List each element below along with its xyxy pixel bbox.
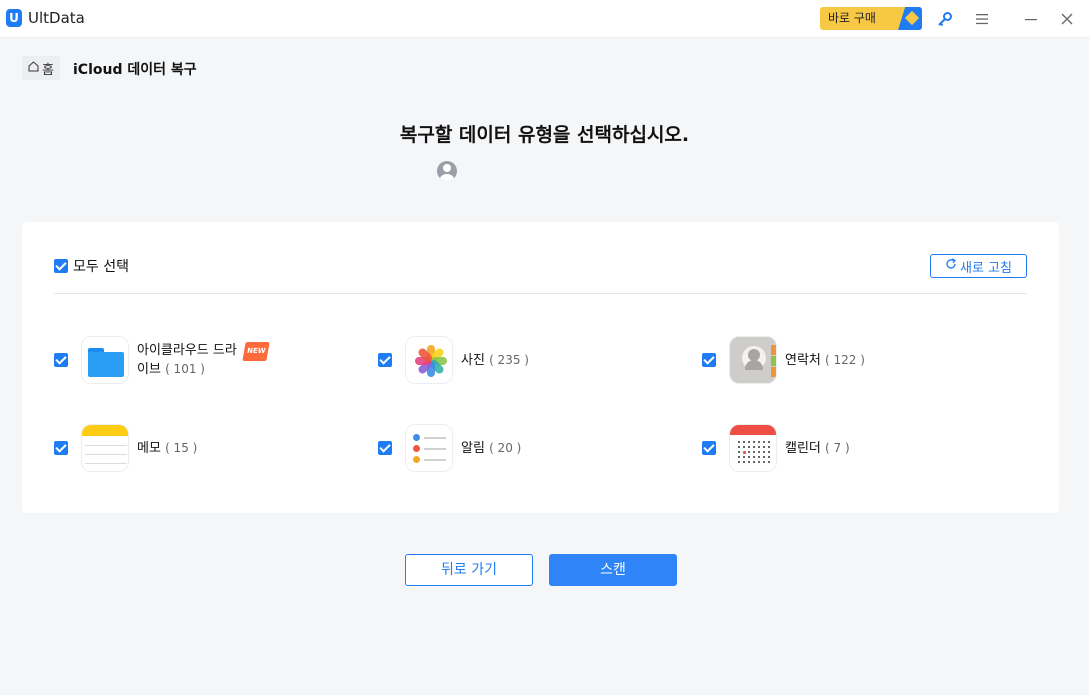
section-heading: 복구할 데이터 유형을 선택하십시오.: [399, 124, 690, 146]
checkbox-checked-icon[interactable]: [54, 353, 68, 367]
calendar-day-dot: [743, 456, 745, 458]
item-label: 연락처: [785, 352, 821, 368]
back-button[interactable]: 뒤로 가기: [405, 554, 533, 586]
item-count: ( 235 ): [489, 352, 529, 367]
refresh-icon: [945, 258, 957, 274]
menu-icon[interactable]: [971, 8, 993, 30]
item-count: ( 122 ): [825, 352, 865, 367]
checkbox-checked-icon[interactable]: [378, 441, 392, 455]
diamond-icon: [898, 7, 922, 30]
calendar-day-dot: [743, 461, 745, 463]
photos-icon: [405, 336, 453, 384]
contacts-icon: [729, 336, 777, 384]
calendar-day-dot: [748, 446, 750, 448]
item-label: 캘린더: [785, 440, 821, 456]
reminders-icon: [405, 424, 453, 472]
calendar-day-dot: [758, 456, 760, 458]
calendar-day-dot: [743, 446, 745, 448]
checkbox-checked-icon[interactable]: [54, 259, 68, 273]
item-count: ( 101 ): [165, 362, 205, 376]
calendar-day-dot: [763, 446, 765, 448]
checkbox-checked-icon[interactable]: [702, 441, 716, 455]
buy-now-label: 바로 구매: [828, 11, 876, 25]
calendar-day-dot: [758, 451, 760, 453]
calendar-day-dot: [758, 446, 760, 448]
calendar-day-dot: [748, 461, 750, 463]
home-label: 홈: [42, 62, 54, 78]
calendar-day-dot: [738, 446, 740, 448]
calendar-day-dot: [738, 456, 740, 458]
title-bar: U UltData 바로 구매: [0, 0, 1089, 38]
calendar-day-dot: [753, 456, 755, 458]
calendar-day-dot: [768, 446, 770, 448]
divider: [54, 293, 1027, 294]
minimize-icon[interactable]: [1020, 8, 1042, 30]
calendar-day-dot: [738, 441, 740, 443]
calendar-day-dot: [763, 461, 765, 463]
buy-now-button[interactable]: 바로 구매: [820, 7, 922, 30]
icloud-drive-icon: [81, 336, 129, 384]
item-label: 사진: [461, 352, 485, 368]
key-icon[interactable]: [934, 8, 956, 30]
calendar-day-dot: [738, 451, 740, 453]
notes-icon: [81, 424, 129, 472]
item-count: ( 20 ): [489, 440, 522, 455]
calendar-day-dot: [768, 456, 770, 458]
calendar-day-dot: [763, 451, 765, 453]
item-label-line2: 이브: [137, 362, 161, 377]
item-label: 아이클라우드 드라: [137, 343, 237, 358]
checkbox-checked-icon[interactable]: [54, 441, 68, 455]
calendar-day-dot: [753, 451, 755, 453]
account-info: [437, 161, 595, 181]
calendar-day-dot: [738, 461, 740, 463]
data-type-item-photos[interactable]: 사진 ( 235 ): [378, 336, 529, 384]
home-icon: [28, 60, 39, 76]
checkbox-checked-icon[interactable]: [378, 353, 392, 367]
calendar-day-dot: [768, 441, 770, 443]
calendar-day-dot: [743, 441, 745, 443]
page-title: iCloud 데이터 복구: [73, 62, 197, 78]
calendar-day-dot: [753, 461, 755, 463]
calendar-day-dot: [768, 451, 770, 453]
data-type-item-contacts[interactable]: 연락처 ( 122 ): [702, 336, 865, 384]
calendar-day-dot: [748, 441, 750, 443]
calendar-day-dot: [758, 441, 760, 443]
item-count: ( 7 ): [825, 440, 850, 455]
calendar-day-dot: [763, 456, 765, 458]
calendar-day-dot: [748, 456, 750, 458]
calendar-day-dot: [758, 461, 760, 463]
refresh-label: 새로 고침: [960, 260, 1012, 276]
select-all-label: 모두 선택: [73, 259, 129, 275]
app-logo-icon: U: [6, 9, 22, 27]
checkbox-checked-icon[interactable]: [702, 353, 716, 367]
item-label: 메모: [137, 440, 161, 456]
item-label: 알림: [461, 440, 485, 456]
calendar-day-dot: [763, 441, 765, 443]
data-type-item-calendar[interactable]: 캘린더 ( 7 ): [702, 424, 850, 472]
calendar-day-dot: [748, 451, 750, 453]
avatar: [437, 161, 457, 181]
new-badge: NEW: [242, 342, 271, 361]
close-icon[interactable]: [1056, 8, 1078, 30]
home-button[interactable]: 홈: [22, 56, 60, 80]
data-type-item-icloud-drive[interactable]: 아이클라우드 드라 NEW 이브 ( 101 ): [54, 336, 271, 384]
calendar-day-dot: [743, 451, 746, 454]
refresh-button[interactable]: 새로 고침: [930, 254, 1027, 278]
calendar-day-dot: [753, 441, 755, 443]
calendar-day-dot: [768, 461, 770, 463]
data-type-card: 모두 선택 새로 고침 아이클라우드 드라 NEW 이브 ( 101 ) 사진 …: [22, 222, 1059, 513]
calendar-day-dot: [753, 446, 755, 448]
item-count: ( 15 ): [165, 440, 198, 455]
calendar-icon: [729, 424, 777, 472]
select-all-checkbox[interactable]: 모두 선택: [54, 256, 129, 276]
data-type-item-reminders[interactable]: 알림 ( 20 ): [378, 424, 521, 472]
scan-button[interactable]: 스캔: [549, 554, 677, 586]
app-title: UltData: [28, 9, 85, 27]
data-type-item-notes[interactable]: 메모 ( 15 ): [54, 424, 197, 472]
